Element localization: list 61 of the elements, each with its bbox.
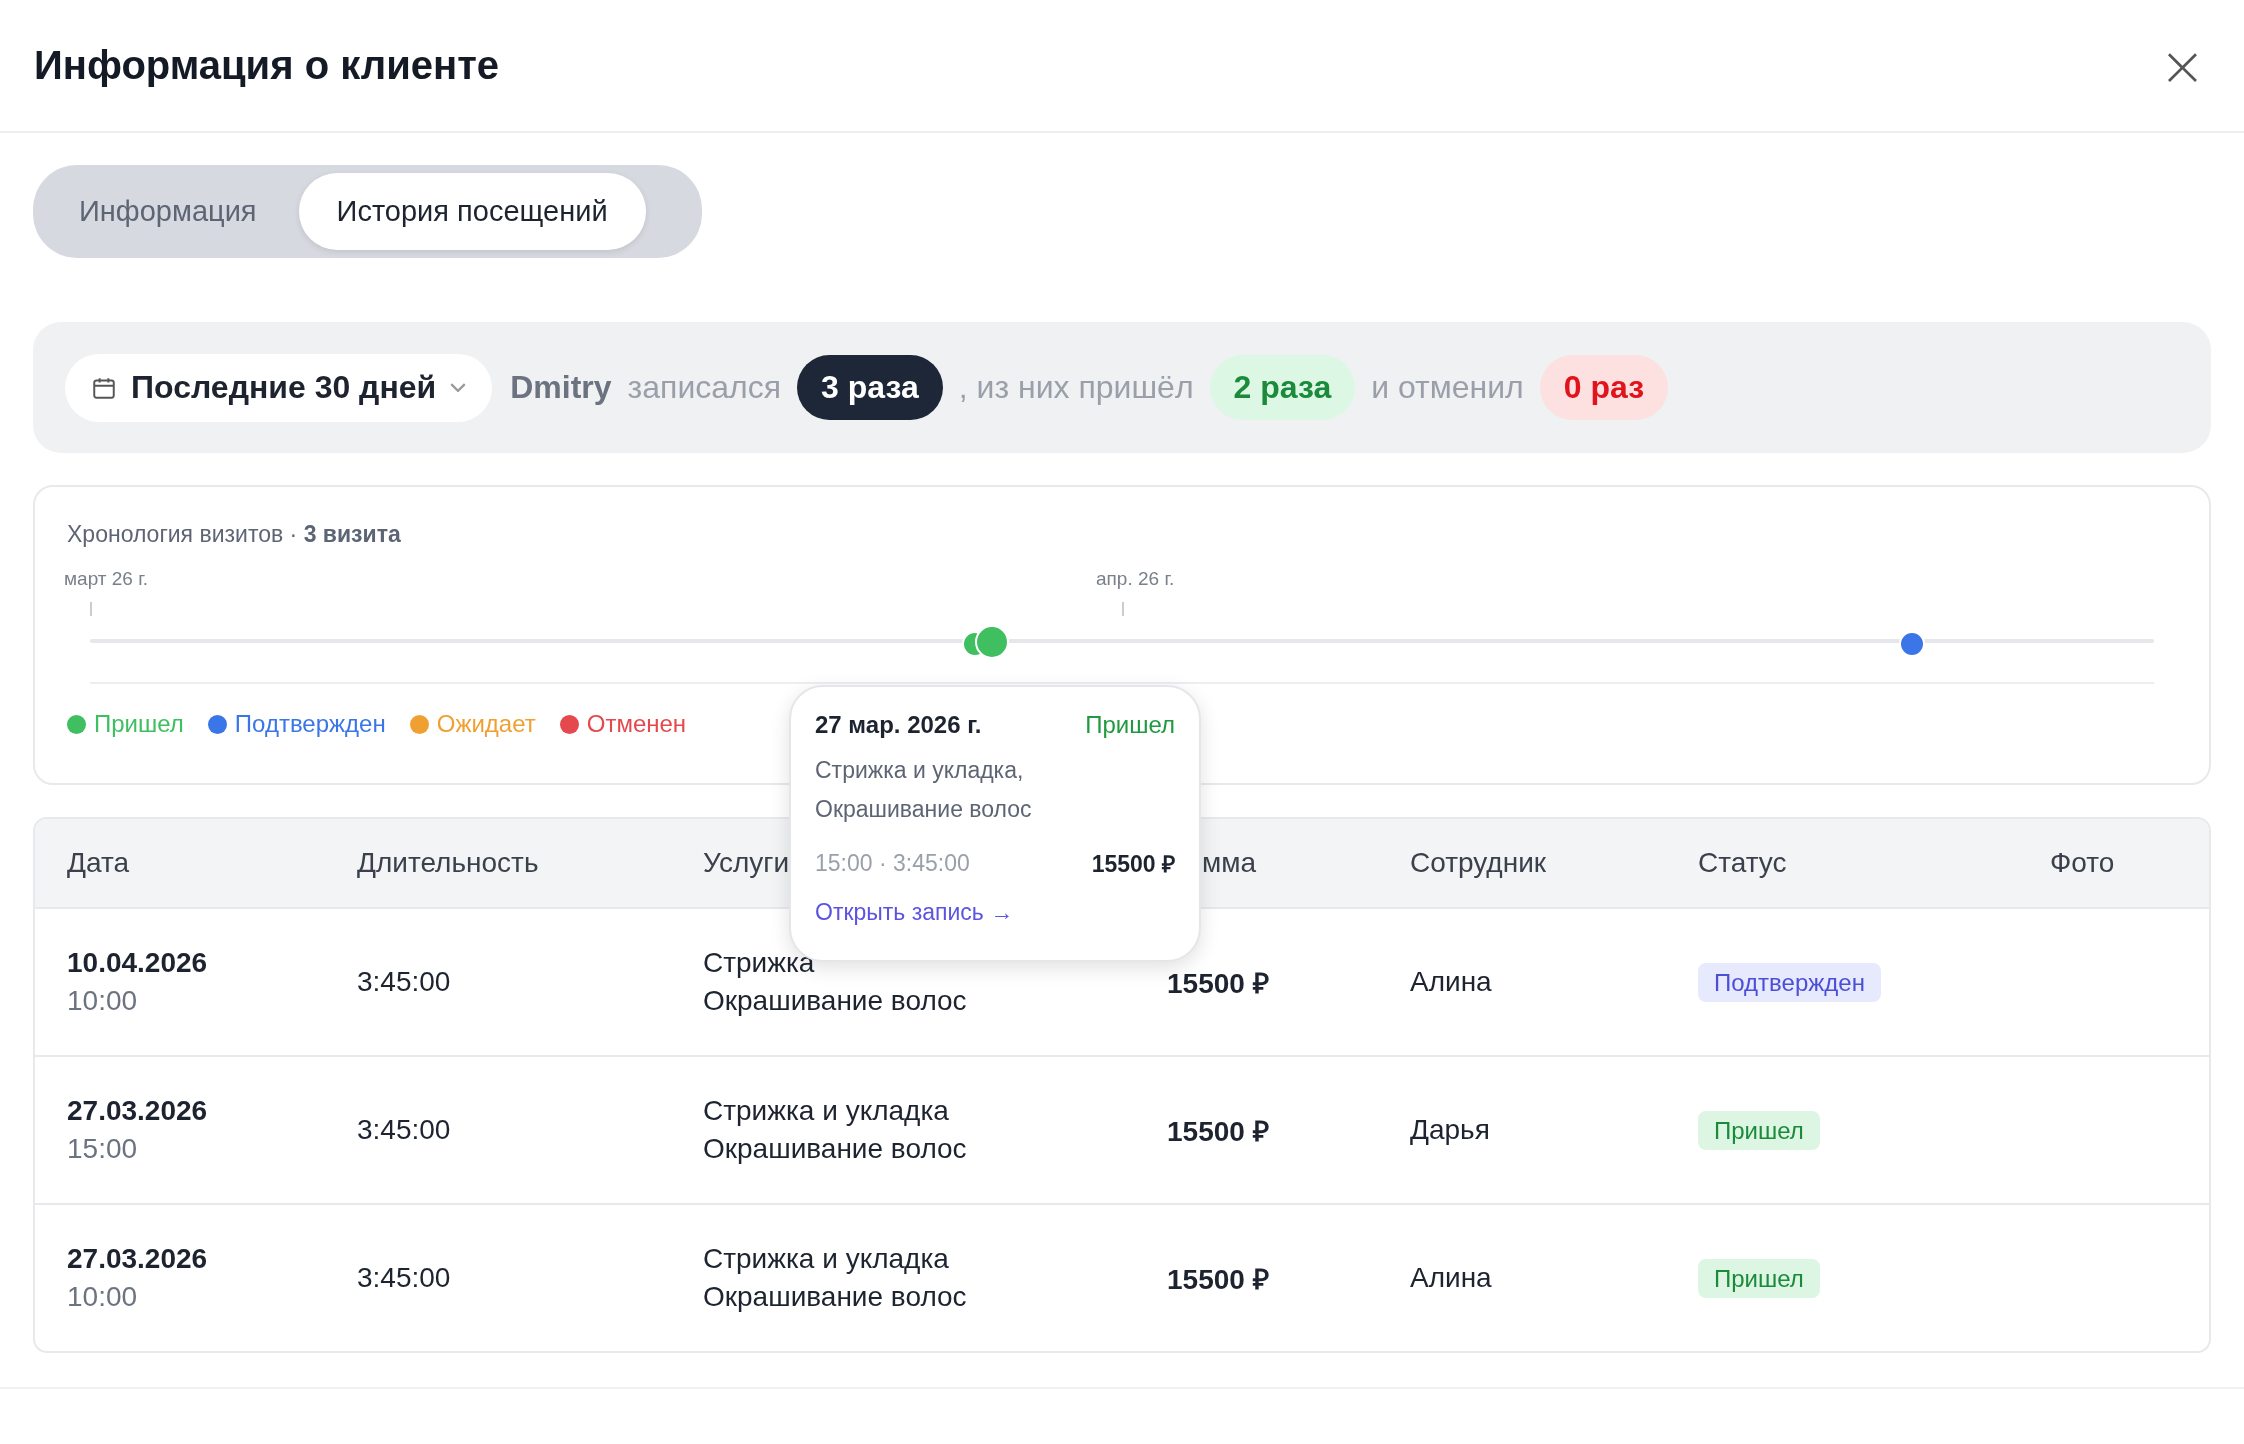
column-header: Длительность (357, 847, 539, 878)
service-name: Стрижка (703, 947, 816, 979)
tick-mark (1122, 602, 1124, 616)
tooltip-sum: 15500 ₽ (1091, 850, 1175, 879)
sum-cell-text: 15500 ₽ (1167, 967, 1270, 1001)
status-badge: Подтвержден (1698, 963, 1881, 1002)
booked-count: 3 раза (797, 355, 943, 420)
column-header: Сотрудник (1410, 847, 1547, 878)
tab[interactable]: Информация (41, 173, 295, 250)
visit-time: 15:00 (67, 1133, 139, 1165)
employee-cell-text: Дарья (1410, 1114, 1491, 1146)
timeline-point[interactable] (1899, 631, 1926, 657)
tooltip-time: 15:00 · 3:45:00 (815, 849, 970, 877)
duration-cell-text: 3:45:00 (357, 966, 452, 998)
sum-cell-text: 15500 ₽ (1167, 1263, 1270, 1297)
legend-label: Ожидает (436, 710, 536, 738)
tooltip-status: Пришел (1085, 711, 1175, 739)
column-header: Статус (1698, 847, 1787, 878)
duration-cell-text: 3:45:00 (357, 1262, 452, 1294)
chevron-down-icon (450, 383, 467, 392)
service-name: Окрашивание волос (703, 985, 968, 1017)
sum-cell-text: 15500 ₽ (1167, 1115, 1270, 1149)
service-name: Окрашивание волос (703, 1133, 968, 1165)
tick-label: март 26 г. (64, 568, 149, 590)
cancelled-count: 0 раз (1539, 355, 1669, 420)
summary-text: и отменил (1371, 369, 1524, 406)
legend-label: Подтвержден (234, 710, 386, 738)
column-header: Дата (67, 847, 129, 878)
column-header: мма (1202, 847, 1257, 878)
tooltip-service: Окрашивание волос (815, 795, 1033, 824)
tooltip-date: 27 мар. 2026 г. (815, 711, 982, 739)
period-dropdown[interactable]: Последние 30 дней (65, 353, 493, 422)
column-header: Услуги (703, 847, 790, 878)
legend-label: Отменен (586, 710, 687, 738)
close-button[interactable]: × (2155, 37, 2210, 94)
arrived-count: 2 раза (1209, 355, 1356, 420)
visit-time: 10:00 (67, 985, 139, 1017)
employee-cell-text: Алина (1410, 1262, 1493, 1294)
window-title: Информация о клиенте (34, 43, 499, 88)
summary-text: записался (627, 369, 782, 406)
tab[interactable]: История посещений (298, 173, 646, 250)
tooltip-service: Стрижка и укладка, (815, 756, 1025, 785)
service-name: Стрижка и укладка (703, 1243, 950, 1275)
column-header: Фото (2050, 847, 2115, 878)
employee-cell-text: Алина (1410, 966, 1493, 998)
status-badge: Пришел (1698, 1111, 1820, 1150)
service-name: Окрашивание волос (703, 1281, 968, 1313)
visit-date: 27.03.2026 (67, 1095, 209, 1127)
duration-cell-text: 3:45:00 (357, 1114, 452, 1146)
status-badge: Пришел (1698, 1259, 1820, 1298)
open-record-link[interactable]: Открыть запись → (815, 899, 1175, 926)
service-name: Стрижка и укладка (703, 1095, 950, 1127)
client-name: Dmitry (510, 369, 612, 406)
visit-date: 27.03.2026 (67, 1243, 209, 1275)
summary-text: , из них пришёл (958, 369, 1194, 406)
visit-time: 10:00 (67, 1281, 139, 1313)
timeline-title: Хронология визитов · 3 визита (67, 521, 402, 548)
tick-mark (90, 602, 92, 616)
tick-label: апр. 26 г. (1096, 568, 1175, 590)
visit-date: 10.04.2026 (67, 947, 209, 979)
legend-label: Пришел (94, 710, 184, 738)
